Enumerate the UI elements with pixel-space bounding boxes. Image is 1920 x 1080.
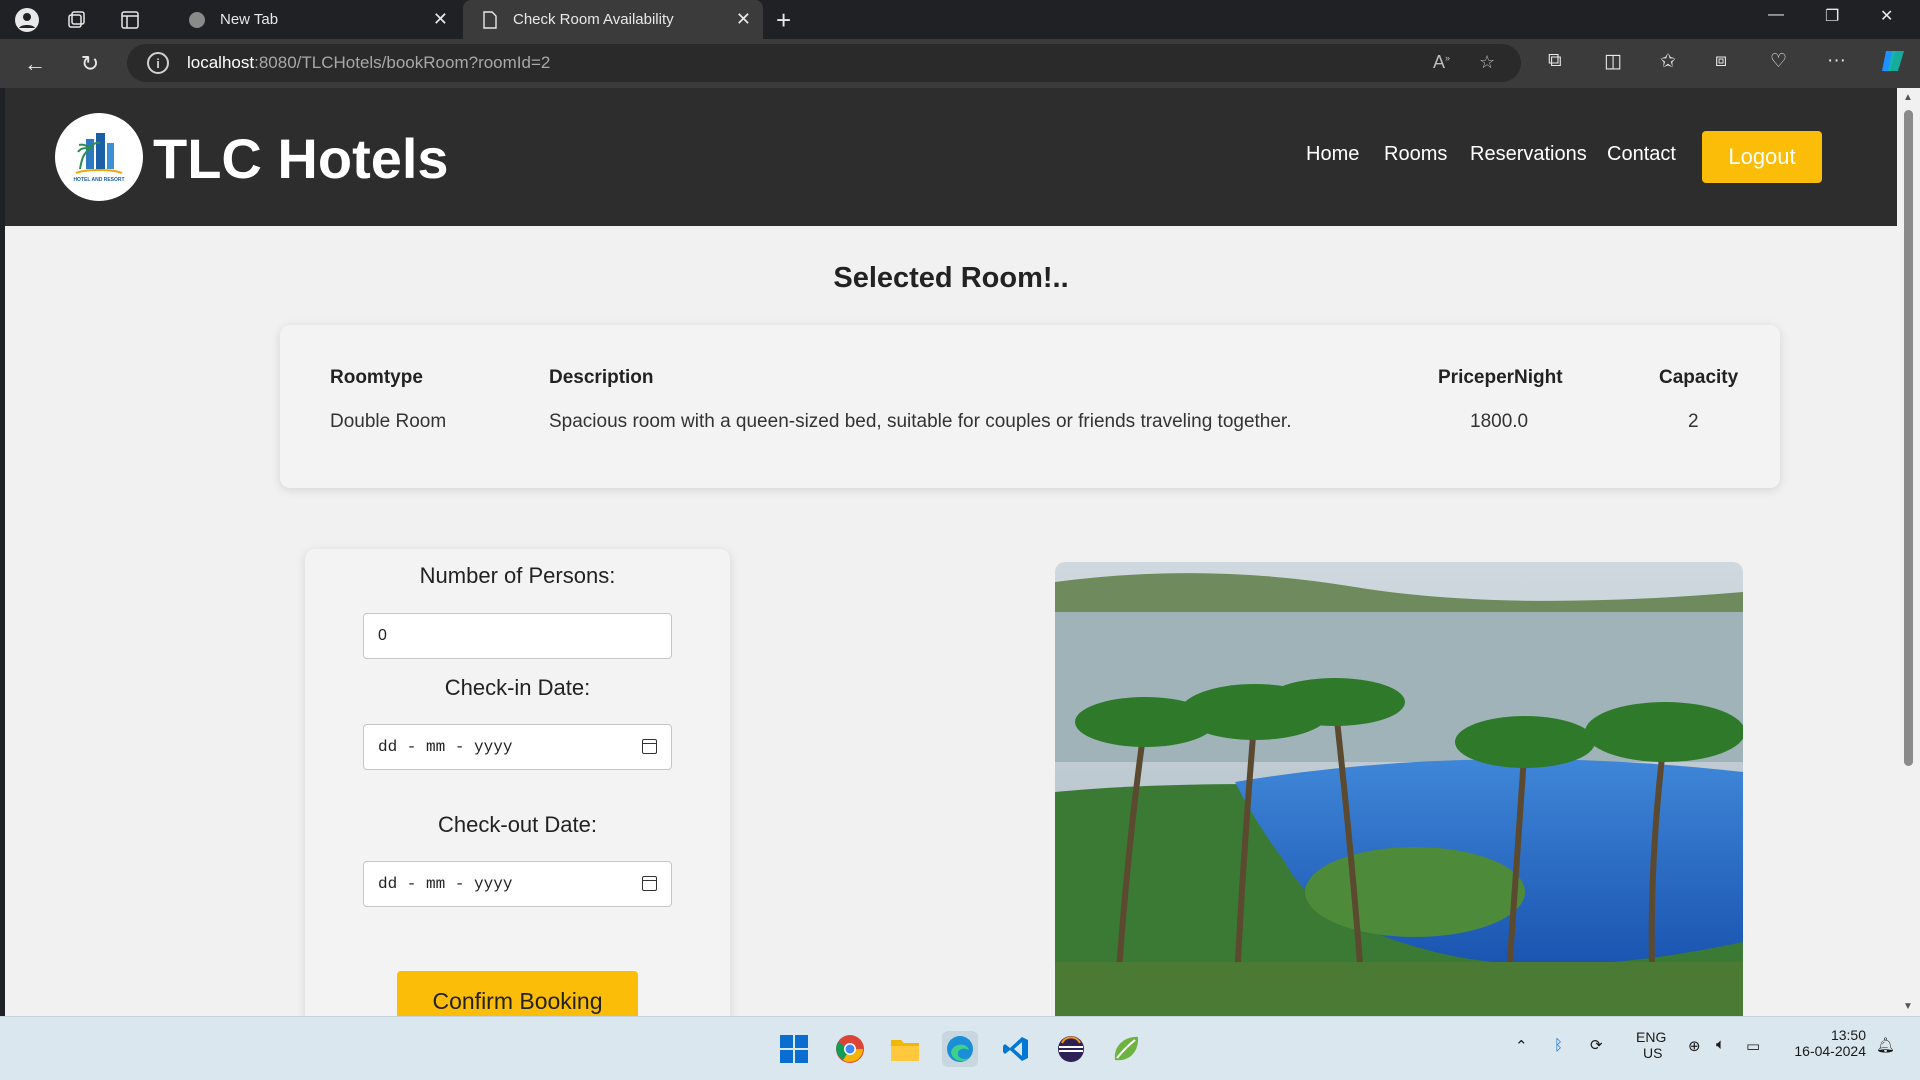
read-aloud-icon[interactable]: A» (1433, 52, 1450, 73)
selected-room-table: Roomtype Description PriceperNight Capac… (280, 325, 1780, 488)
workspaces-icon[interactable] (62, 6, 90, 34)
collections-icon[interactable]: ⧈ (1715, 50, 1727, 72)
page-title: Selected Room!.. (833, 262, 1069, 294)
nav-rooms[interactable]: Rooms (1384, 143, 1447, 166)
header-price-per-night: PriceperNight (1438, 367, 1563, 388)
favorites-icon[interactable]: ✩ (1660, 50, 1676, 73)
split-screen-icon[interactable]: ◫ (1604, 50, 1622, 73)
network-icon[interactable]: ⊕ (1688, 1037, 1701, 1055)
cell-price: 1800.0 (1470, 411, 1529, 432)
scroll-up-arrow-icon[interactable]: ▲ (1903, 92, 1913, 103)
logout-button[interactable]: Logout (1702, 131, 1822, 183)
profile-icon[interactable] (13, 6, 41, 34)
tab-title: Check Room Availability (513, 11, 674, 28)
cell-roomtype: Double Room (330, 411, 447, 432)
close-tab-icon[interactable]: ✕ (433, 9, 448, 30)
clock-date: 16-04-2024 (1794, 1043, 1866, 1059)
address-bar[interactable]: i localhost:8080/TLCHotels/bookRoom?room… (127, 44, 1521, 82)
notifications-bell-icon[interactable]: 🔔︎ (1876, 1036, 1895, 1054)
hotel-logo[interactable]: HOTEL AND RESORT (55, 113, 143, 201)
copilot-icon[interactable] (1880, 47, 1908, 81)
chrome-icon[interactable] (832, 1031, 868, 1067)
nav-reservations[interactable]: Reservations (1470, 143, 1587, 166)
header-roomtype: Roomtype (330, 367, 423, 388)
tab-title: New Tab (220, 11, 279, 28)
close-window-button[interactable]: ✕ (1880, 6, 1893, 26)
tab-actions-icon[interactable] (116, 6, 144, 34)
header-capacity: Capacity (1659, 367, 1739, 388)
cell-description: Spacious room with a queen-sized bed, su… (549, 411, 1292, 432)
browser-toolbar: ← ↻ i localhost:8080/TLCHotels/bookRoom?… (0, 39, 1920, 88)
calendar-icon[interactable] (642, 876, 657, 891)
scroll-thumb[interactable] (1904, 110, 1913, 766)
file-explorer-icon[interactable] (887, 1031, 923, 1067)
restore-button[interactable]: ❐ (1825, 6, 1839, 26)
hotel-logo-icon (75, 133, 123, 174)
sync-status-icon[interactable]: ⟳ (1590, 1036, 1603, 1054)
persons-input[interactable]: 0 (363, 613, 672, 659)
page-viewport: HOTEL AND RESORT TLC Hotels Home Rooms R… (5, 88, 1897, 1016)
volume-icon[interactable]: 🔈︎ (1716, 1036, 1725, 1053)
checkin-placeholder: dd - mm - yyyy (378, 738, 513, 756)
clock-time: 13:50 (1830, 1027, 1866, 1043)
site-info-icon[interactable]: i (147, 52, 169, 74)
extensions-icon[interactable]: ⧉ (1548, 50, 1562, 72)
page-scrollbar[interactable]: ▲ ▼ (1897, 88, 1920, 1016)
page-favicon-icon (481, 10, 499, 29)
language-indicator[interactable]: ENG US (1636, 1029, 1666, 1061)
checkout-date-input[interactable]: dd - mm - yyyy (363, 861, 672, 907)
browser-tab-strip: New Tab ✕ Check Room Availability ✕ + — … (0, 0, 1920, 39)
tab-new-tab[interactable]: New Tab ✕ (170, 0, 460, 39)
booking-form: Number of Persons: 0 Check-in Date: dd -… (305, 549, 730, 1016)
close-tab-icon[interactable]: ✕ (736, 9, 751, 30)
battery-icon[interactable]: ▭ (1746, 1037, 1760, 1055)
url-text[interactable]: localhost:8080/TLCHotels/bookRoom?roomId… (187, 53, 550, 73)
minimize-button[interactable]: — (1768, 6, 1784, 24)
bluetooth-icon[interactable]: ᛒ (1554, 1037, 1563, 1054)
cell-capacity: 2 (1688, 411, 1699, 432)
checkin-label: Check-in Date: (444, 675, 591, 700)
tab-check-room-availability[interactable]: Check Room Availability ✕ (463, 0, 763, 39)
show-hidden-icons-icon[interactable]: ⌃ (1515, 1037, 1528, 1055)
new-tab-button[interactable]: + (776, 5, 791, 36)
checkout-placeholder: dd - mm - yyyy (378, 875, 513, 893)
eclipse-icon[interactable] (1053, 1031, 1089, 1067)
confirm-booking-button[interactable]: Confirm Booking (397, 971, 638, 1016)
windows-start-icon[interactable] (776, 1031, 812, 1067)
calendar-icon[interactable] (642, 739, 657, 754)
nav-contact[interactable]: Contact (1607, 143, 1676, 166)
brand-title[interactable]: TLC Hotels (153, 126, 449, 191)
language-code: ENG (1636, 1029, 1667, 1045)
hotel-pool-image (1055, 562, 1743, 1016)
spring-tools-icon[interactable] (1108, 1031, 1144, 1067)
refresh-icon[interactable]: ↻ (75, 49, 105, 79)
new-tab-favicon-icon (188, 11, 206, 29)
edge-icon[interactable] (942, 1031, 978, 1067)
checkin-date-input[interactable]: dd - mm - yyyy (363, 724, 672, 770)
browser-essentials-icon[interactable]: ♡ (1770, 50, 1787, 73)
clock[interactable]: 13:50 16-04-2024 (1786, 1027, 1866, 1059)
back-arrow-icon[interactable]: ← (20, 49, 50, 79)
persons-label: Number of Persons: (419, 563, 616, 588)
region-code: US (1643, 1045, 1663, 1061)
checkout-label: Check-out Date: (438, 812, 597, 837)
site-header: HOTEL AND RESORT TLC Hotels Home Rooms R… (5, 88, 1897, 226)
logo-text: HOTEL AND RESORT (73, 177, 125, 183)
favorite-star-icon[interactable]: ☆ (1479, 52, 1495, 73)
header-description: Description (549, 367, 654, 388)
nav-home[interactable]: Home (1306, 143, 1359, 166)
vscode-icon[interactable] (998, 1031, 1034, 1067)
scroll-down-arrow-icon[interactable]: ▼ (1903, 1001, 1913, 1012)
windows-taskbar: ⌃ ᛒ ⟳ ENG US ⊕ 🔈︎ ▭ 13:50 16-04-2024 🔔︎ (0, 1016, 1920, 1080)
more-menu-icon[interactable]: ··· (1827, 50, 1846, 72)
